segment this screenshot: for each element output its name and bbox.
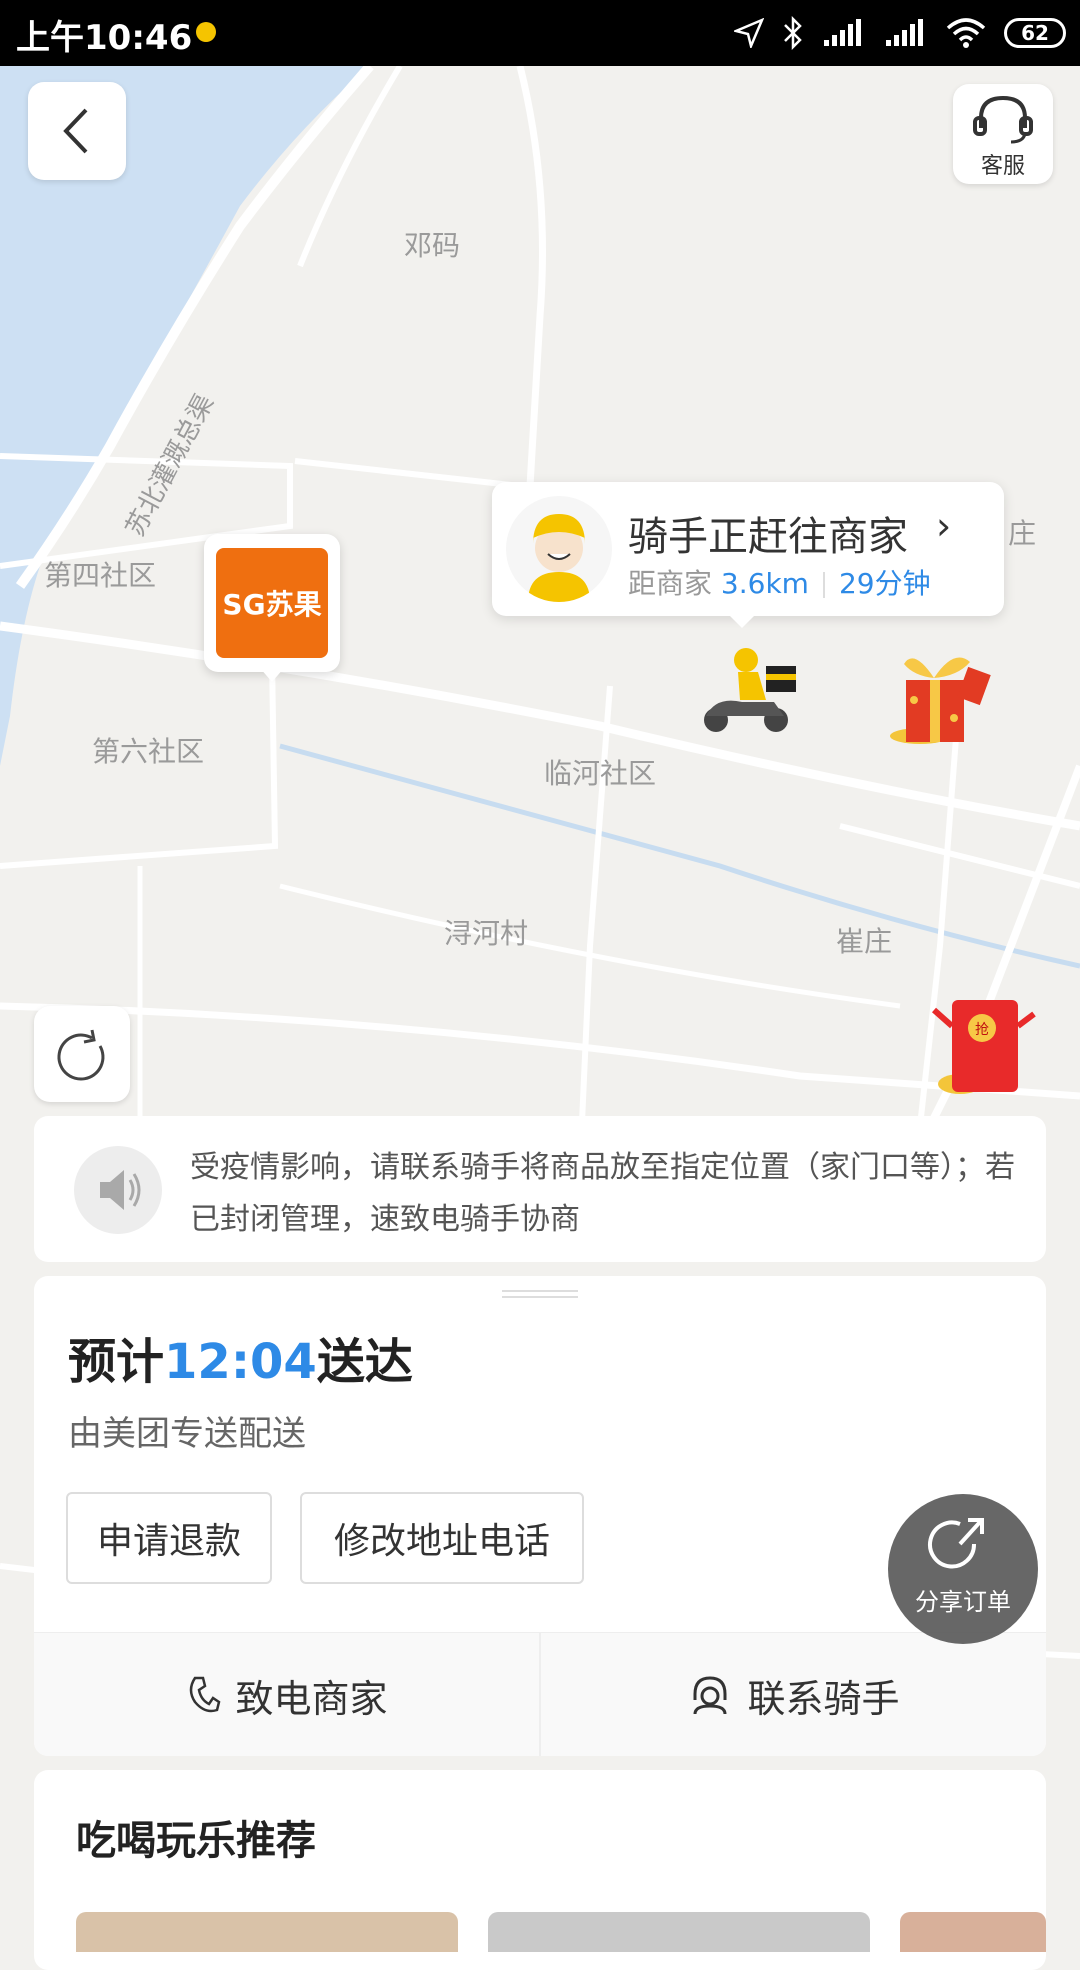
recommendation-thumbnail[interactable] [76, 1912, 458, 1952]
delivery-provider: 由美团专送配送 [68, 1414, 306, 1454]
map-label: 崔庄 [836, 925, 893, 958]
eta-suffix: 送达 [316, 1334, 413, 1390]
notice-text: 受疫情影响，请联系骑手将商品放至指定位置（家门口等）；若已封闭管理，速致电骑手协… [190, 1150, 1015, 1237]
recommendation-thumbnail[interactable] [900, 1912, 1046, 1952]
distance-prefix: 距商家 [628, 567, 713, 600]
merchant-marker[interactable]: SG苏果 [204, 534, 340, 706]
epidemic-notice: 受疫情影响，请联系骑手将商品放至指定位置（家门口等）；若已封闭管理，速致电骑手协… [34, 1116, 1046, 1262]
map-label: 邓码 [404, 229, 461, 262]
headset-icon [973, 95, 1033, 144]
share-order-button[interactable]: 分享订单 [888, 1494, 1038, 1644]
refresh-icon [57, 1029, 105, 1081]
call-merchant-label: 致电商家 [235, 1676, 388, 1721]
back-button[interactable] [28, 82, 126, 180]
distance-value: 3.6km [720, 567, 809, 600]
map-label: 第六社区 [92, 735, 205, 768]
recommendation-thumbnail[interactable] [488, 1912, 870, 1952]
rider-time-value: 29分钟 [838, 567, 931, 600]
map-label: 第四社区 [44, 559, 157, 592]
rider-headset-icon [693, 1676, 727, 1715]
recommendation-section: 吃喝玩乐推荐 [34, 1770, 1046, 1970]
eta-time: 12:04 [164, 1334, 317, 1390]
bluetooth-icon [784, 16, 802, 50]
phone-icon [190, 1676, 221, 1713]
rider-card-tail [728, 614, 756, 628]
drag-handle[interactable] [502, 1290, 578, 1298]
merchant-logo: SG苏果 [216, 548, 328, 658]
wifi-icon [946, 18, 986, 48]
location-arrow-icon [734, 18, 764, 48]
call-merchant-button[interactable]: 致电商家 [34, 1633, 539, 1756]
gift-box-icon[interactable] [874, 640, 1004, 750]
rider-distance-line: 距商家 3.6km 29分钟 [628, 562, 931, 602]
status-bar: 上午10:46 62 [0, 0, 1080, 66]
customer-service-label: 客服 [980, 154, 1025, 179]
rider-status-card[interactable]: 骑手正赶往商家 › 距商家 3.6km 29分钟 [492, 482, 1004, 628]
contact-bar: 致电商家 联系骑手 [34, 1632, 1046, 1756]
map-label: 临河社区 [544, 757, 657, 790]
rider-scooter-icon [704, 648, 796, 732]
recommendation-title: 吃喝玩乐推荐 [76, 1818, 316, 1864]
rider-face-icon [528, 514, 590, 602]
map-label: 浔河村 [444, 917, 529, 950]
contact-rider-label: 联系骑手 [747, 1676, 900, 1721]
signal-icon-2 [886, 19, 923, 46]
eta-line: 预计12:04送达 [68, 1322, 413, 1392]
battery-level: 62 [1021, 21, 1049, 45]
refund-button[interactable]: 申请退款 [66, 1492, 272, 1584]
map-label: 庄 [1008, 517, 1037, 550]
divider [822, 572, 825, 598]
speaker-icon [74, 1146, 162, 1234]
customer-service-button[interactable]: 客服 [953, 84, 1053, 184]
chevron-right-icon: › [936, 504, 952, 548]
status-icons: 62 [734, 12, 1066, 54]
svg-text:抢: 抢 [975, 1021, 989, 1038]
modify-address-phone-button[interactable]: 修改地址电话 [300, 1492, 584, 1584]
share-icon [928, 1518, 984, 1569]
merchant-marker-tail [260, 668, 284, 682]
refresh-button[interactable] [34, 1006, 130, 1102]
signal-icon [824, 19, 861, 46]
notification-icon [196, 22, 216, 42]
battery-icon: 62 [1004, 18, 1066, 48]
status-time: 上午10:46 [16, 18, 193, 58]
merchant-logo-text: SG苏果 [222, 588, 322, 621]
chevron-left-icon [63, 108, 88, 154]
share-order-label: 分享订单 [915, 1588, 1011, 1616]
red-envelope-icon[interactable]: 抢 [920, 996, 1040, 1100]
rider-avatar [506, 496, 612, 602]
rider-status-title: 骑手正赶往商家 [628, 514, 908, 560]
contact-rider-button[interactable]: 联系骑手 [541, 1633, 1046, 1756]
eta-prefix: 预计 [68, 1334, 165, 1390]
